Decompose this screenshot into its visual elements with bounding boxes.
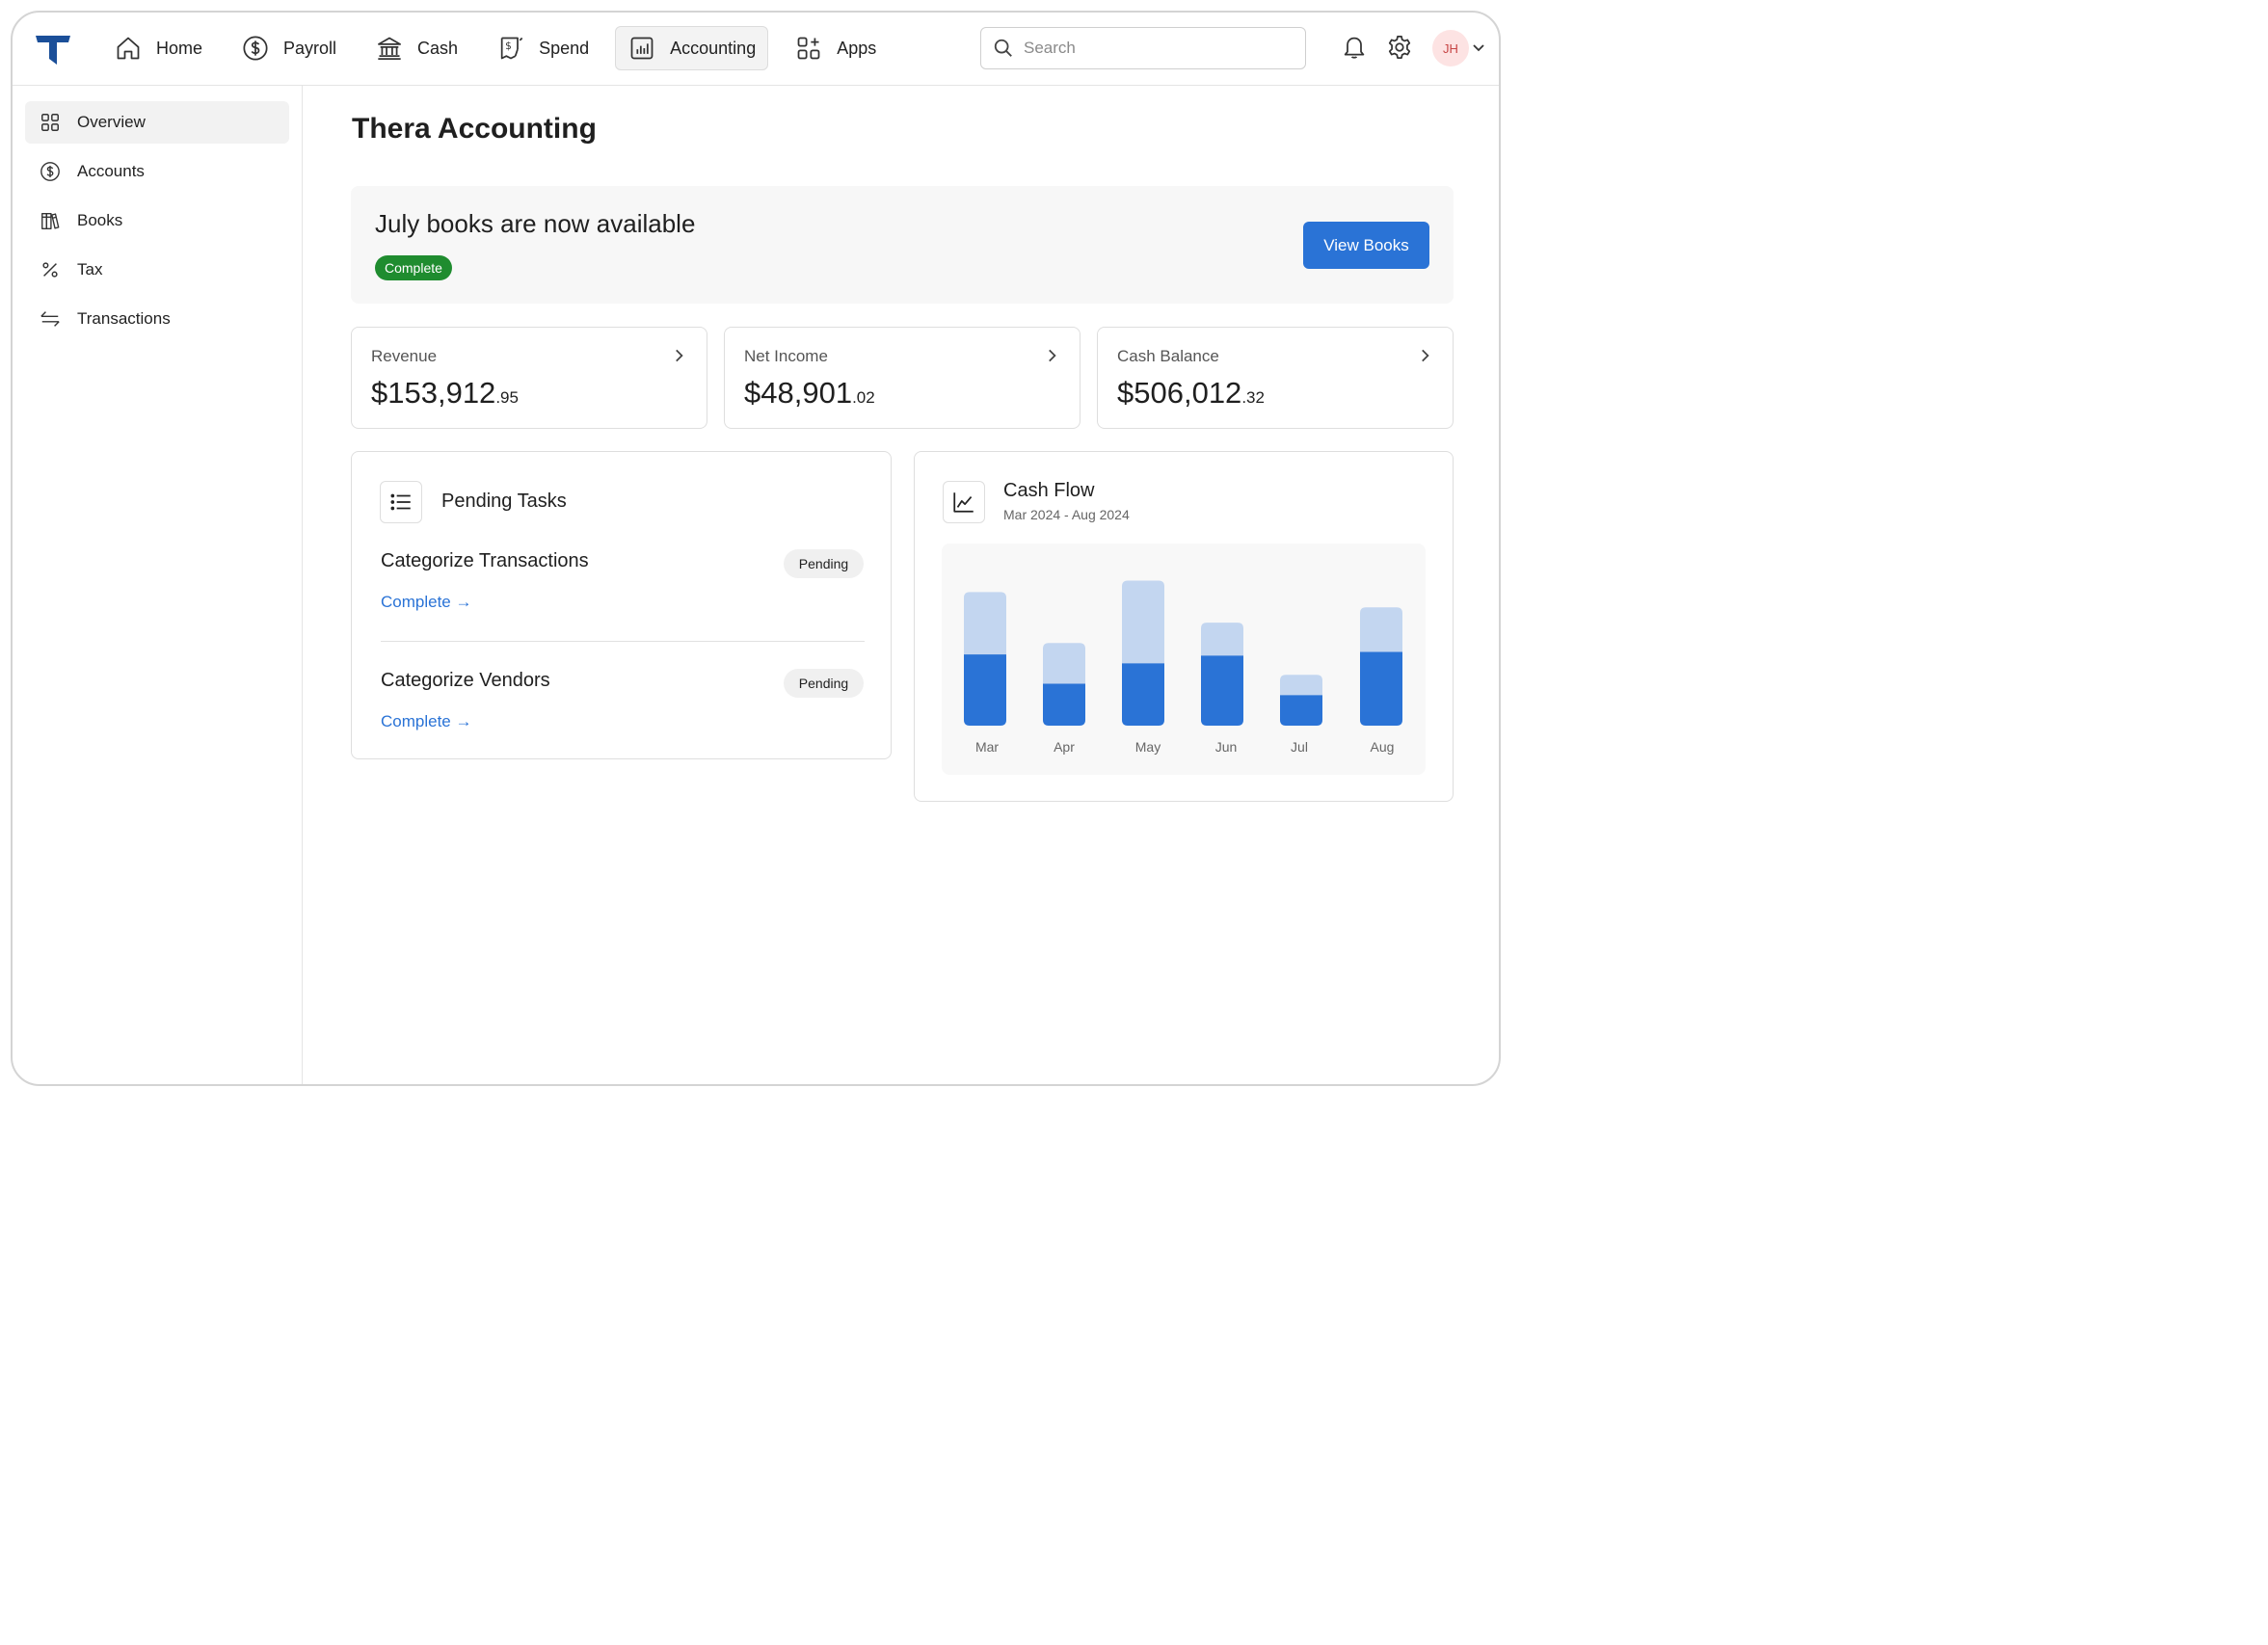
cash-flow-card: Cash Flow Mar 2024 - Aug 2024 Mar Apr May J… [914, 451, 1454, 802]
line-chart-icon [943, 481, 985, 523]
sidebar-item-books[interactable]: Books [25, 199, 289, 242]
x-axis-label: May [1135, 739, 1161, 755]
brand-logo[interactable] [34, 34, 72, 66]
x-axis-label: Apr [1054, 739, 1075, 755]
nav-item-spend[interactable]: $ Spend [484, 26, 601, 70]
sidebar-item-transactions[interactable]: Transactions [25, 298, 289, 340]
search-icon [994, 39, 1012, 57]
bar-segment-lower [1201, 655, 1243, 726]
nav-item-accounting[interactable]: Accounting [615, 26, 769, 70]
bar-segment-lower [1360, 651, 1402, 726]
dollar-circle-icon [241, 34, 270, 63]
sidebar-item-label: Books [77, 211, 123, 229]
view-books-button[interactable]: View Books [1303, 222, 1429, 269]
bell-icon[interactable] [1341, 34, 1370, 63]
transfer-arrows-icon [39, 307, 62, 331]
sidebar-item-label: Overview [77, 113, 146, 131]
apps-grid-icon [794, 34, 823, 63]
books-icon [39, 209, 62, 232]
dollar-circle-icon [39, 160, 62, 183]
stat-value: $48,901.02 [744, 376, 875, 410]
bar-segment-upper [1122, 580, 1164, 670]
bar-segment-upper [1201, 623, 1243, 662]
main-nav: Home Payroll Cash $ Spend Accounting App… [101, 26, 902, 70]
bank-icon [375, 34, 404, 63]
chevron-right-icon [1049, 349, 1056, 362]
x-axis-label: Jun [1215, 739, 1238, 755]
books-banner: July books are now available Complete Vi… [351, 186, 1454, 304]
app-window: Home Payroll Cash $ Spend Accounting App… [11, 11, 1501, 1086]
sidebar-item-tax[interactable]: Tax [25, 249, 289, 291]
grid-icon [39, 111, 62, 134]
pending-tasks-card: Pending Tasks Categorize Transactions Pe… [351, 451, 892, 759]
chevron-right-icon [676, 349, 683, 362]
x-axis-label: Jul [1291, 739, 1308, 755]
nav-label: Payroll [283, 38, 337, 58]
bar-chart-icon [627, 34, 656, 63]
stat-card-net-income[interactable]: Net Income $48,901.02 [724, 327, 1081, 429]
sidebar: Overview Accounts Books Tax Transactions [13, 86, 303, 1084]
stat-card-cash-balance[interactable]: Cash Balance $506,012.32 [1097, 327, 1454, 429]
nav-item-apps[interactable]: Apps [782, 26, 889, 70]
bar-segment-lower [1122, 663, 1164, 726]
nav-label: Apps [837, 38, 877, 58]
stat-label: Net Income [744, 347, 828, 365]
date-range: Mar 2024 - Aug 2024 [1003, 507, 1130, 522]
bar-segment-upper [964, 592, 1006, 661]
page-title: Thera Accounting [352, 113, 597, 145]
nav-label: Home [156, 38, 203, 58]
stat-value: $153,912.95 [371, 376, 519, 410]
pending-badge: Pending [784, 549, 864, 578]
sidebar-item-label: Accounts [77, 162, 145, 180]
top-nav-bar: Home Payroll Cash $ Spend Accounting App… [13, 13, 1499, 86]
status-badge: Complete [375, 255, 452, 280]
x-axis-label: Mar [975, 739, 999, 755]
complete-task-link[interactable]: Complete → [381, 712, 471, 731]
chart-svg: Mar Apr May Jun Jul Aug [964, 580, 1402, 755]
card-title: Cash Flow [1003, 480, 1095, 501]
divider [381, 641, 865, 642]
svg-text:$: $ [505, 40, 512, 52]
sidebar-item-accounts[interactable]: Accounts [25, 150, 289, 193]
nav-item-home[interactable]: Home [101, 26, 215, 70]
bar-segment-lower [964, 654, 1006, 726]
stat-label: Revenue [371, 347, 438, 365]
gear-icon[interactable] [1386, 34, 1415, 63]
nav-label: Cash [417, 38, 459, 58]
x-axis-label: Aug [1371, 739, 1395, 755]
home-icon [114, 34, 143, 63]
nav-item-payroll[interactable]: Payroll [228, 26, 349, 70]
bar-segment-lower [1043, 683, 1085, 726]
user-avatar[interactable]: JH [1432, 30, 1469, 66]
sidebar-item-label: Transactions [77, 309, 171, 328]
cash-flow-chart: Mar Apr May Jun Jul Aug [942, 544, 1426, 775]
stat-value: $506,012.32 [1117, 376, 1265, 410]
chevron-right-icon [1422, 349, 1429, 362]
search-input[interactable] [1024, 39, 1294, 58]
stat-label: Cash Balance [1117, 347, 1219, 365]
nav-label: Accounting [670, 38, 757, 58]
search-box[interactable] [980, 27, 1306, 69]
complete-task-link[interactable]: Complete → [381, 593, 471, 612]
nav-item-cash[interactable]: Cash [362, 26, 470, 70]
bar-segment-upper [1360, 607, 1402, 658]
stat-card-revenue[interactable]: Revenue $153,912.95 [351, 327, 707, 429]
task-name: Categorize Vendors [381, 670, 550, 691]
bar-segment-upper [1043, 643, 1085, 690]
bar-segment-lower [1280, 695, 1322, 726]
nav-label: Spend [539, 38, 590, 58]
task-name: Categorize Transactions [381, 550, 589, 571]
card-title: Pending Tasks [441, 491, 567, 512]
avatar-initials: JH [1443, 40, 1458, 56]
sidebar-item-label: Tax [77, 260, 103, 279]
list-icon [380, 481, 422, 523]
receipt-icon: $ [496, 34, 525, 63]
sidebar-item-overview[interactable]: Overview [25, 101, 289, 144]
percent-icon [39, 258, 62, 281]
chevron-down-icon[interactable] [1471, 40, 1486, 55]
banner-title: July books are now available [375, 209, 696, 238]
pending-badge: Pending [784, 669, 864, 698]
